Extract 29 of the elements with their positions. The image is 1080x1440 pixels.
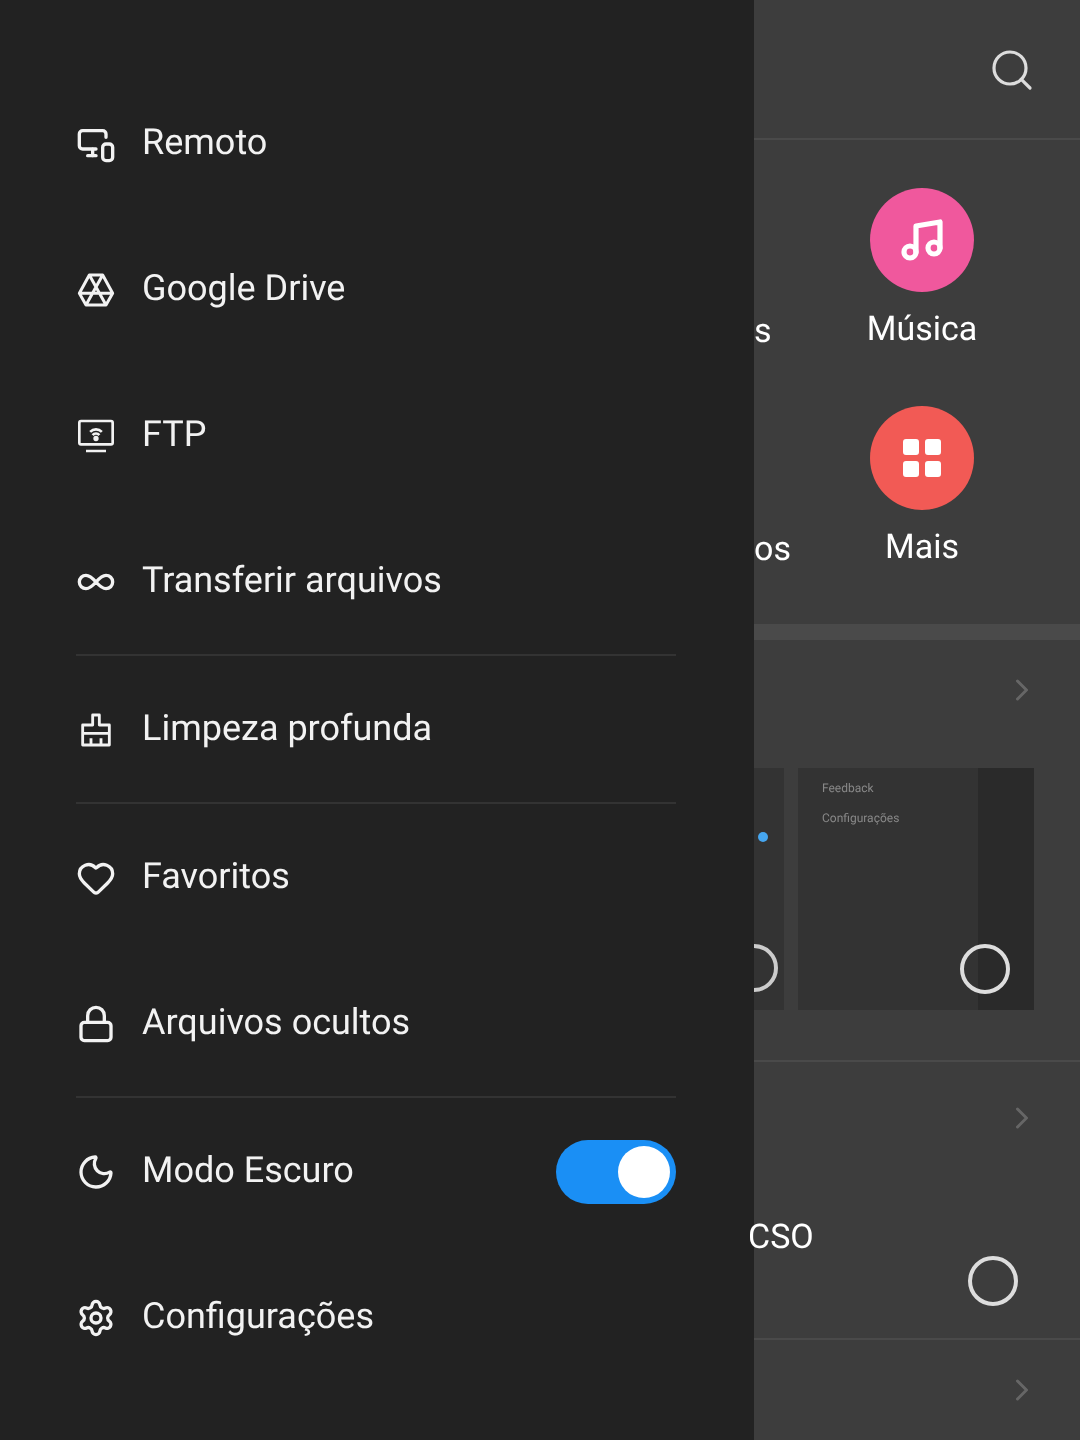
heart-icon	[76, 857, 116, 897]
settings-icon	[76, 1297, 116, 1337]
menu-item-label[interactable]: Favoritos	[142, 850, 676, 904]
menu-item-label[interactable]: Remoto	[142, 116, 676, 170]
monitor-wifi-icon	[76, 415, 116, 455]
lock-icon	[76, 1003, 116, 1043]
menu-item-label[interactable]: Configurações	[142, 1290, 676, 1344]
category-label: os	[754, 528, 791, 574]
category-label: Mais	[885, 526, 959, 572]
search-icon[interactable]	[988, 45, 1036, 93]
menu-item-label[interactable]: Modo Escuro	[142, 1144, 556, 1198]
option-label: CSO	[748, 1215, 814, 1262]
menu-item-label[interactable]: Transferir arquivos	[142, 554, 676, 608]
category-button[interactable]	[870, 406, 974, 510]
dark-mode-switch[interactable]	[556, 1139, 676, 1203]
music-icon	[898, 216, 946, 264]
moon-icon	[76, 1151, 116, 1191]
category-label: s	[754, 310, 772, 356]
menu-item-label[interactable]: Arquivos ocultos	[142, 996, 676, 1050]
category-button[interactable]	[870, 188, 974, 292]
category-label: Música	[866, 308, 978, 354]
brush-icon	[76, 709, 116, 749]
menu-item-label[interactable]: Limpeza profunda	[142, 702, 676, 756]
menu-item-label[interactable]: Google Drive	[142, 262, 676, 316]
theme-thumbnail[interactable]	[754, 768, 784, 1010]
devices-icon	[76, 123, 116, 163]
grid-icon	[898, 434, 946, 482]
drive-icon	[76, 269, 116, 309]
menu-item-label[interactable]: FTP	[142, 408, 676, 462]
